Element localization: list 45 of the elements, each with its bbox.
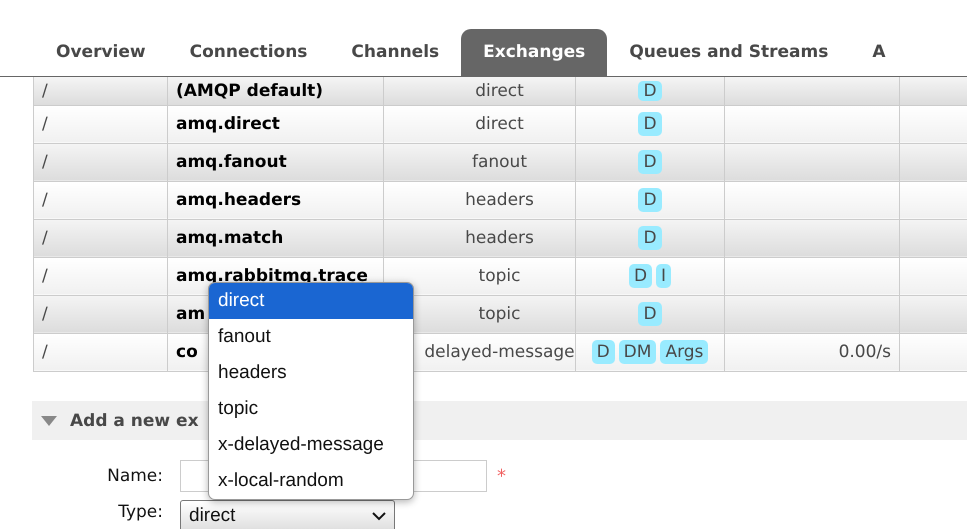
field-label: Type: <box>117 502 164 522</box>
feature-badge: D <box>638 226 662 250</box>
exchange-name-link[interactable]: amq.fanout <box>168 143 384 181</box>
exchange-name-link[interactable]: amq.headers <box>168 181 384 219</box>
feature-badge: DM <box>618 340 656 364</box>
table-cell: / <box>34 295 168 333</box>
table-cell: / <box>34 181 168 219</box>
exchange-name-link[interactable]: amq.direct <box>168 105 384 143</box>
table-cell: / <box>34 143 168 181</box>
exchange-name-link[interactable]: amq.match <box>168 219 384 257</box>
feature-badge: D <box>592 340 615 364</box>
nav-tab[interactable]: Overview <box>34 29 168 76</box>
table-cell: / <box>34 219 168 257</box>
dropdown-option[interactable]: x-local-random <box>209 463 413 499</box>
feature-badge: D <box>628 264 652 288</box>
nav-tab[interactable]: Queues and Streams <box>607 29 850 76</box>
table-cell: / <box>34 333 168 371</box>
nav-tab[interactable]: Connections <box>168 29 330 76</box>
feature-badge: Args <box>660 340 708 364</box>
table-cell: topic <box>384 257 576 295</box>
exchange-name-link[interactable]: (AMQP default) <box>168 77 384 105</box>
field-label: Name: <box>106 466 164 486</box>
table-cell: headers <box>384 219 576 257</box>
feature-badge: D <box>638 302 662 326</box>
feature-badge: D <box>638 112 662 136</box>
table-cell: fanout <box>384 143 576 181</box>
table-cell: / <box>34 77 168 105</box>
dropdown-option[interactable]: direct <box>209 283 413 319</box>
feature-badge: D <box>638 80 662 101</box>
table-cell: / <box>34 105 168 143</box>
nav-tab[interactable]: A <box>850 29 908 76</box>
nav-tab[interactable]: Channels <box>329 29 462 76</box>
rate-text: 0.00/s <box>838 342 891 362</box>
table-cell: headers <box>384 181 576 219</box>
feature-badge: I <box>656 264 672 288</box>
section-title: Add a new ex <box>70 410 199 430</box>
feature-badge: D <box>638 188 662 212</box>
table-cell: / <box>34 257 168 295</box>
type-select[interactable]: direct <box>180 500 395 529</box>
feature-badge: D <box>638 150 662 174</box>
nav-tab[interactable]: Exchanges <box>461 29 608 76</box>
table-cell: direct <box>384 105 576 143</box>
chevron-down-icon <box>372 512 386 520</box>
table-cell: direct <box>384 77 576 105</box>
required-asterisk: * <box>497 466 506 486</box>
